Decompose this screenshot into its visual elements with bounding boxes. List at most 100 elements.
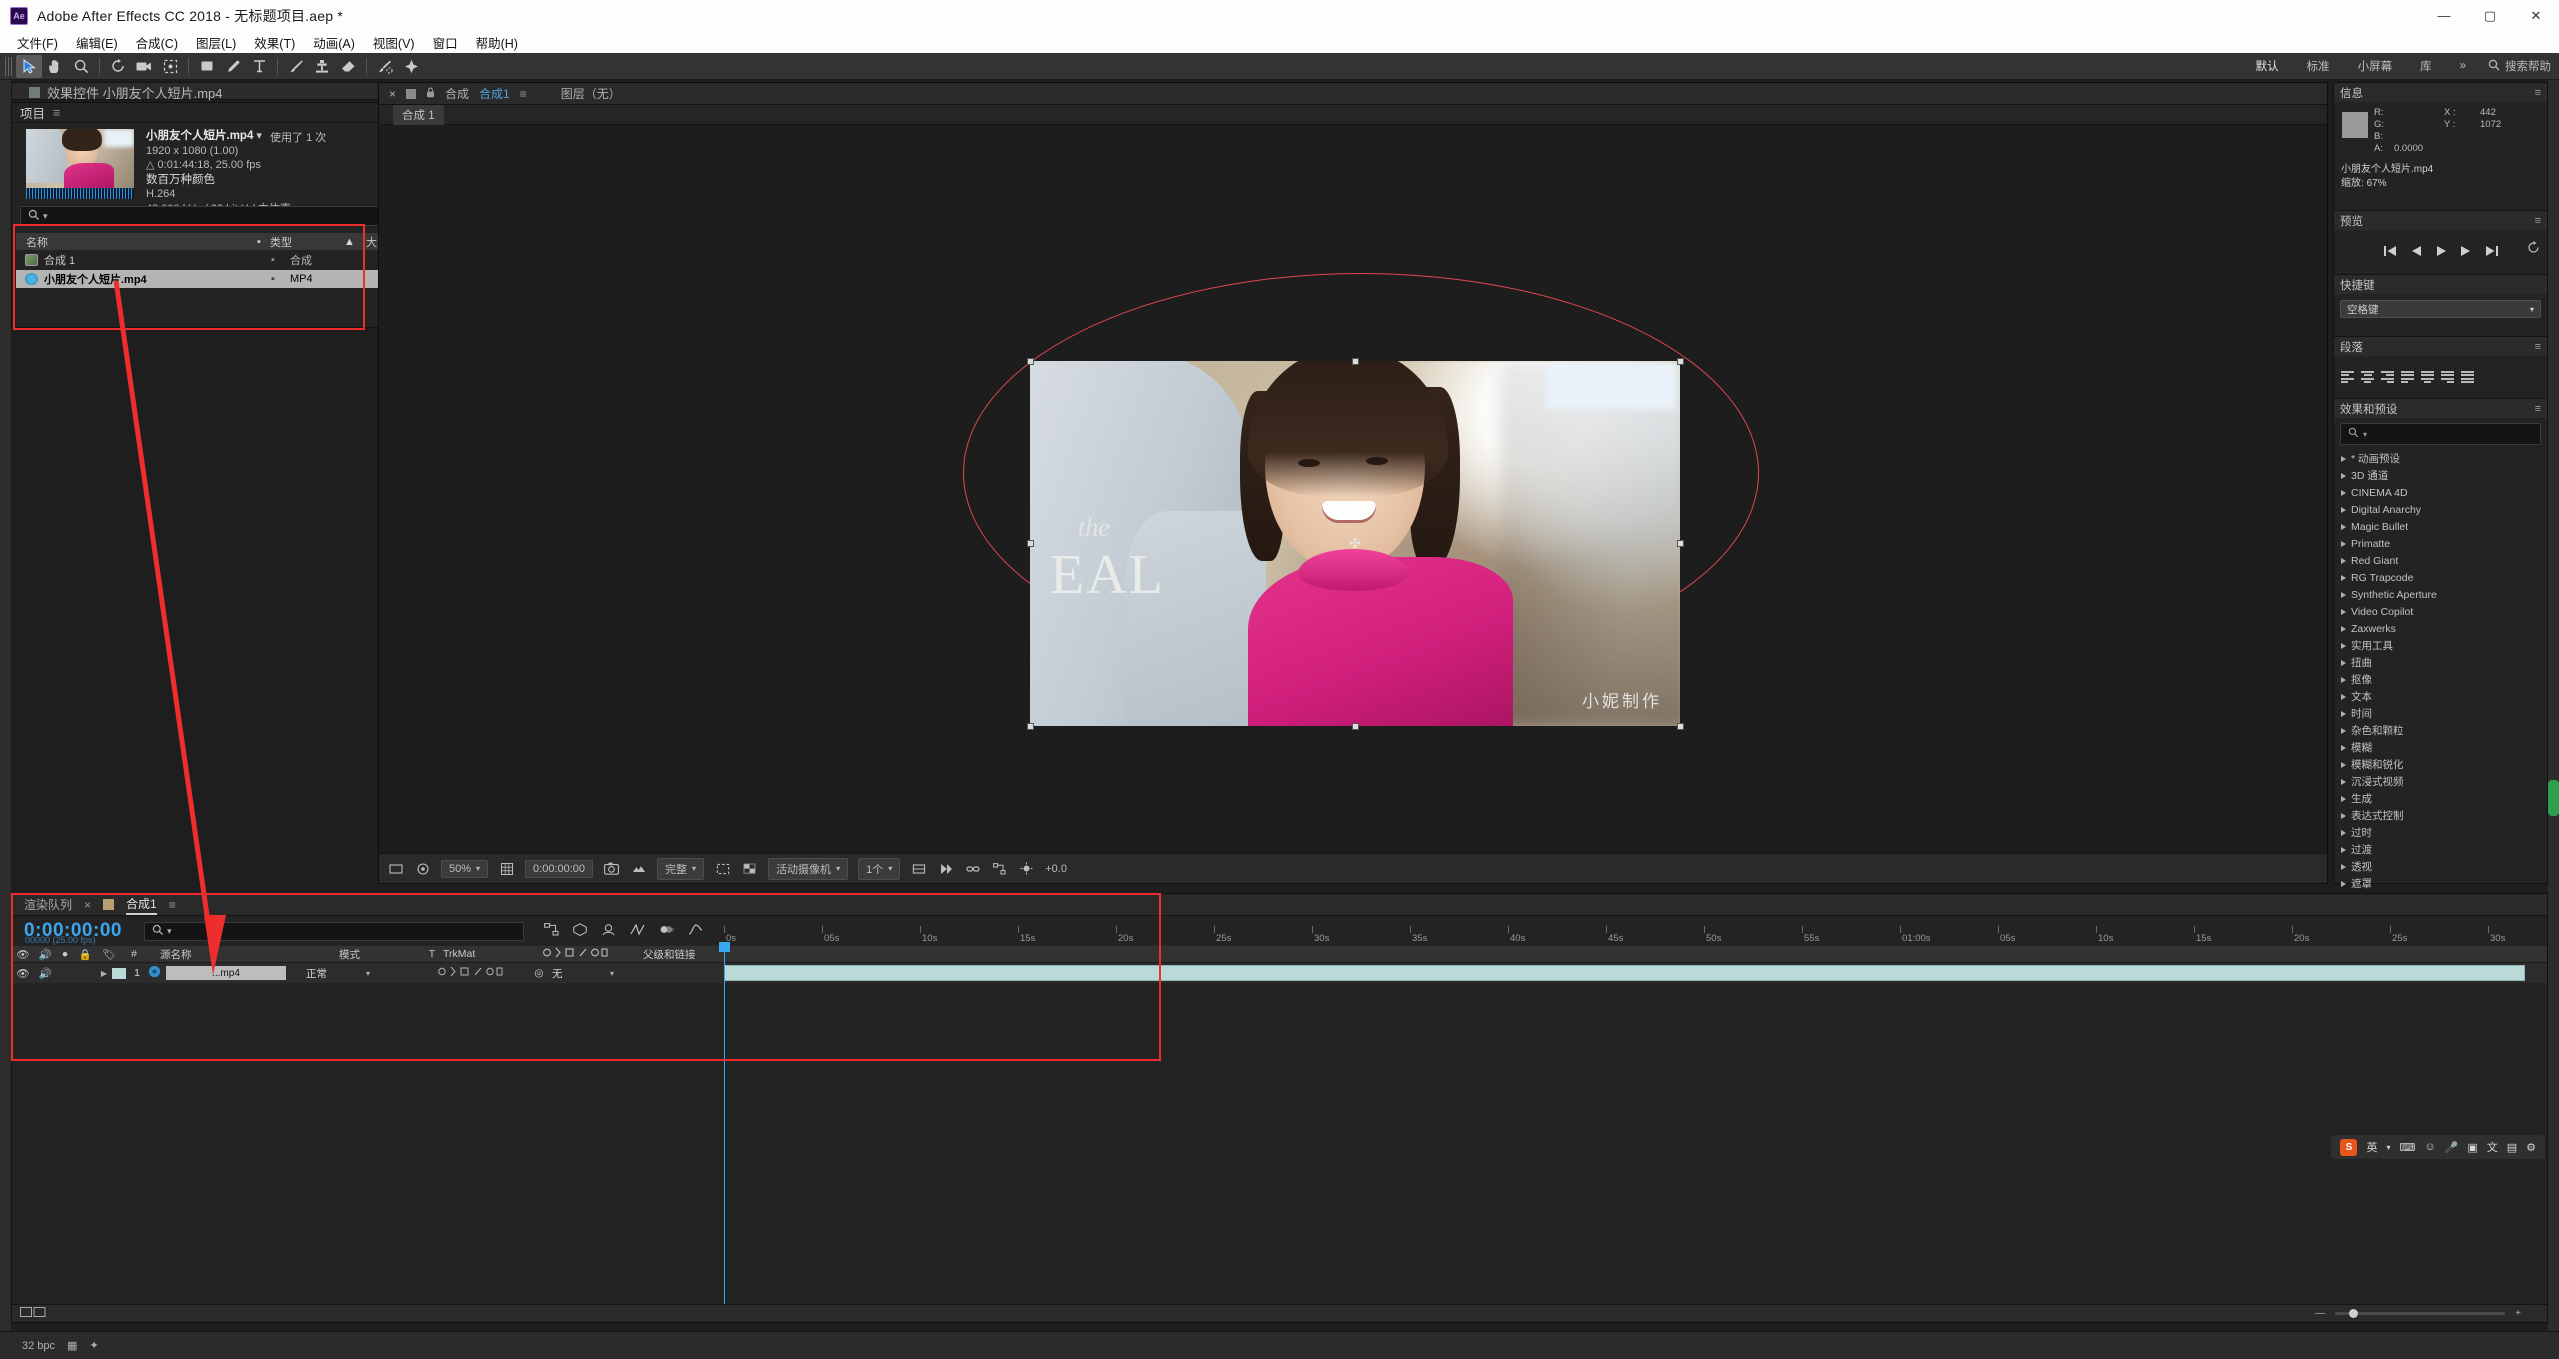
clone-stamp-tool-icon[interactable] [309,55,335,78]
pan-behind-tool-icon[interactable] [157,55,183,78]
info-toggle-icon[interactable]: ✦ [89,1339,98,1352]
column-sort-icon[interactable]: ▲ [344,236,366,248]
previous-frame-button[interactable] [2410,245,2422,260]
effects-item[interactable]: Video Copilot [2334,603,2547,620]
comp-tab-menu-icon[interactable]: ≡ [520,87,527,101]
parent-pickwhip-icon[interactable]: ◎ [530,967,548,979]
layer-parent-value[interactable]: 无 [548,966,610,981]
zoom-tool-icon[interactable] [68,55,94,78]
effects-item[interactable]: Digital Anarchy [2334,501,2547,518]
source-name-column-header[interactable]: 源名称 [146,947,331,962]
emoji-icon[interactable]: ☺ [2424,1141,2435,1153]
paragraph-panel-menu-icon[interactable]: ≡ [2535,341,2541,353]
pen-tool-icon[interactable] [220,55,246,78]
magnification-icon[interactable] [387,860,404,877]
sogou-ime-bar[interactable]: S 英 ▾ ⌨ ☺ 🎤 ▣ 文 ▤ ⚙ [2331,1135,2545,1159]
screenshot-icon[interactable]: ▣ [2467,1141,2477,1154]
composition-canvas[interactable]: the EAL 小妮制作 ✣ [379,125,2327,853]
workspace-overflow[interactable]: » [2446,57,2480,75]
effects-item[interactable]: 生成 [2334,790,2547,807]
timeline-zoom-in-button[interactable]: + [2515,1308,2521,1319]
effects-item[interactable]: 文本 [2334,688,2547,705]
comp-tab-label-layer[interactable]: 图层（无） [561,85,621,102]
menu-item-animation[interactable]: 动画(A) [304,31,364,54]
effects-item[interactable]: 扭曲 [2334,654,2547,671]
justify-last-right-icon[interactable] [2441,371,2454,383]
transparency-grid-icon[interactable] [741,860,758,877]
trkmat-column-header[interactable]: TrkMat [443,948,515,960]
align-left-icon[interactable] [2341,371,2354,383]
info-panel-menu-icon[interactable]: ≡ [2535,87,2541,99]
selection-handle-bc[interactable] [1352,723,1359,730]
column-type[interactable]: 类型 [270,234,344,250]
current-timecode[interactable]: 0:00:00:00 [525,859,594,878]
eraser-tool-icon[interactable] [335,55,361,78]
draft-3d-icon[interactable] [573,923,587,939]
playhead[interactable] [719,942,730,1316]
hand-tool-icon[interactable] [42,55,68,78]
chevron-down-icon[interactable]: ▾ [2386,1143,2390,1152]
effects-item[interactable]: 模糊和锐化 [2334,756,2547,773]
workspace-standard[interactable]: 标准 [2293,55,2344,77]
pixel-aspect-correction-icon[interactable] [910,860,927,877]
effects-item[interactable]: 抠像 [2334,671,2547,688]
column-name[interactable]: 名称 [16,234,248,250]
effects-item[interactable]: CINEMA 4D [2334,484,2547,501]
layer-label-swatch[interactable] [112,967,126,979]
project-row-footage[interactable]: 小朋友个人短片.mp4 ▪ MP4 [16,270,432,288]
chevron-down-icon[interactable]: ▾ [2363,430,2367,439]
menu-item-layer[interactable]: 图层(L) [187,31,245,54]
menu-item-window[interactable]: 窗口 [424,31,467,54]
comp1-tab[interactable]: 合成1 [126,895,157,915]
mic-icon[interactable]: 🎤 [2445,1141,2459,1154]
resolution-select[interactable]: 完整 ▾ [657,857,705,880]
menu-item-effect[interactable]: 效果(T) [245,31,304,54]
project-panel-menu-icon[interactable]: ≡ [53,106,60,120]
workspace-small-screen[interactable]: 小屏幕 [2344,55,2407,77]
camera-select[interactable]: 活动摄像机 ▾ [768,857,849,880]
anchor-point-icon[interactable]: ✣ [1349,535,1361,552]
project-search-input[interactable]: ▾ [20,206,424,226]
justify-last-center-icon[interactable] [2421,371,2434,383]
lock-icon[interactable]: 🔒 [74,948,96,961]
frame-blending-icon[interactable] [630,923,645,939]
ime-mode-label[interactable]: 英 [2366,1139,2377,1155]
brush-tool-icon[interactable] [283,55,309,78]
selection-handle-ml[interactable] [1027,540,1034,547]
last-frame-button[interactable] [2485,245,2499,260]
menu-item-file[interactable]: 文件(F) [8,31,67,54]
layer-visibility-icon[interactable]: 👁 [12,967,34,980]
bit-depth-label[interactable]: 32 bpc [22,1340,55,1352]
layer-switches[interactable] [410,966,530,980]
show-snapshot-icon[interactable] [630,860,647,877]
effects-item[interactable]: 实用工具 [2334,637,2547,654]
zoom-level-select[interactable]: 50% ▾ [441,859,489,878]
timeline-ruler[interactable]: 0s 05s 10s 15s 20s 25s 30s 35s 40s 45s 5… [724,916,2525,946]
effects-item[interactable]: Primatte [2334,535,2547,552]
menu-item-view[interactable]: 视图(V) [364,31,424,54]
view-count-select[interactable]: 1个 ▾ [858,857,901,880]
exposure-icon[interactable] [1018,860,1035,877]
comp-tab-label-composition[interactable]: 合成 [445,85,469,102]
effects-item[interactable]: Magic Bullet [2334,518,2547,535]
timeline-tab-menu-icon[interactable]: ≡ [169,898,176,912]
settings-icon[interactable]: ⚙ [2526,1141,2536,1154]
first-frame-button[interactable] [2383,245,2397,260]
eye-icon[interactable]: 👁 [12,948,34,961]
effects-panel-menu-icon[interactable]: ≡ [2535,403,2541,415]
solo-icon[interactable]: ● [56,948,74,960]
region-of-interest-icon[interactable] [714,860,731,877]
exposure-value[interactable]: +0.0 [1045,863,1067,875]
always-preview-icon[interactable] [414,860,431,877]
selection-handle-tc[interactable] [1352,358,1359,365]
selection-handle-tl[interactable] [1027,358,1034,365]
project-row-composition[interactable]: 合成 1 ▪ 合成 [16,251,432,269]
effects-item[interactable]: 3D 通道 [2334,467,2547,484]
toolbar-grip[interactable] [5,56,12,76]
effects-item[interactable]: 模糊 [2334,739,2547,756]
layer-name-input[interactable]: ...mp4 [166,966,286,980]
motion-blur-icon[interactable] [659,923,674,939]
effects-item[interactable]: RG Trapcode [2334,569,2547,586]
workspace-default[interactable]: 默认 [2242,55,2293,77]
grid-and-guides-icon[interactable] [498,860,515,877]
